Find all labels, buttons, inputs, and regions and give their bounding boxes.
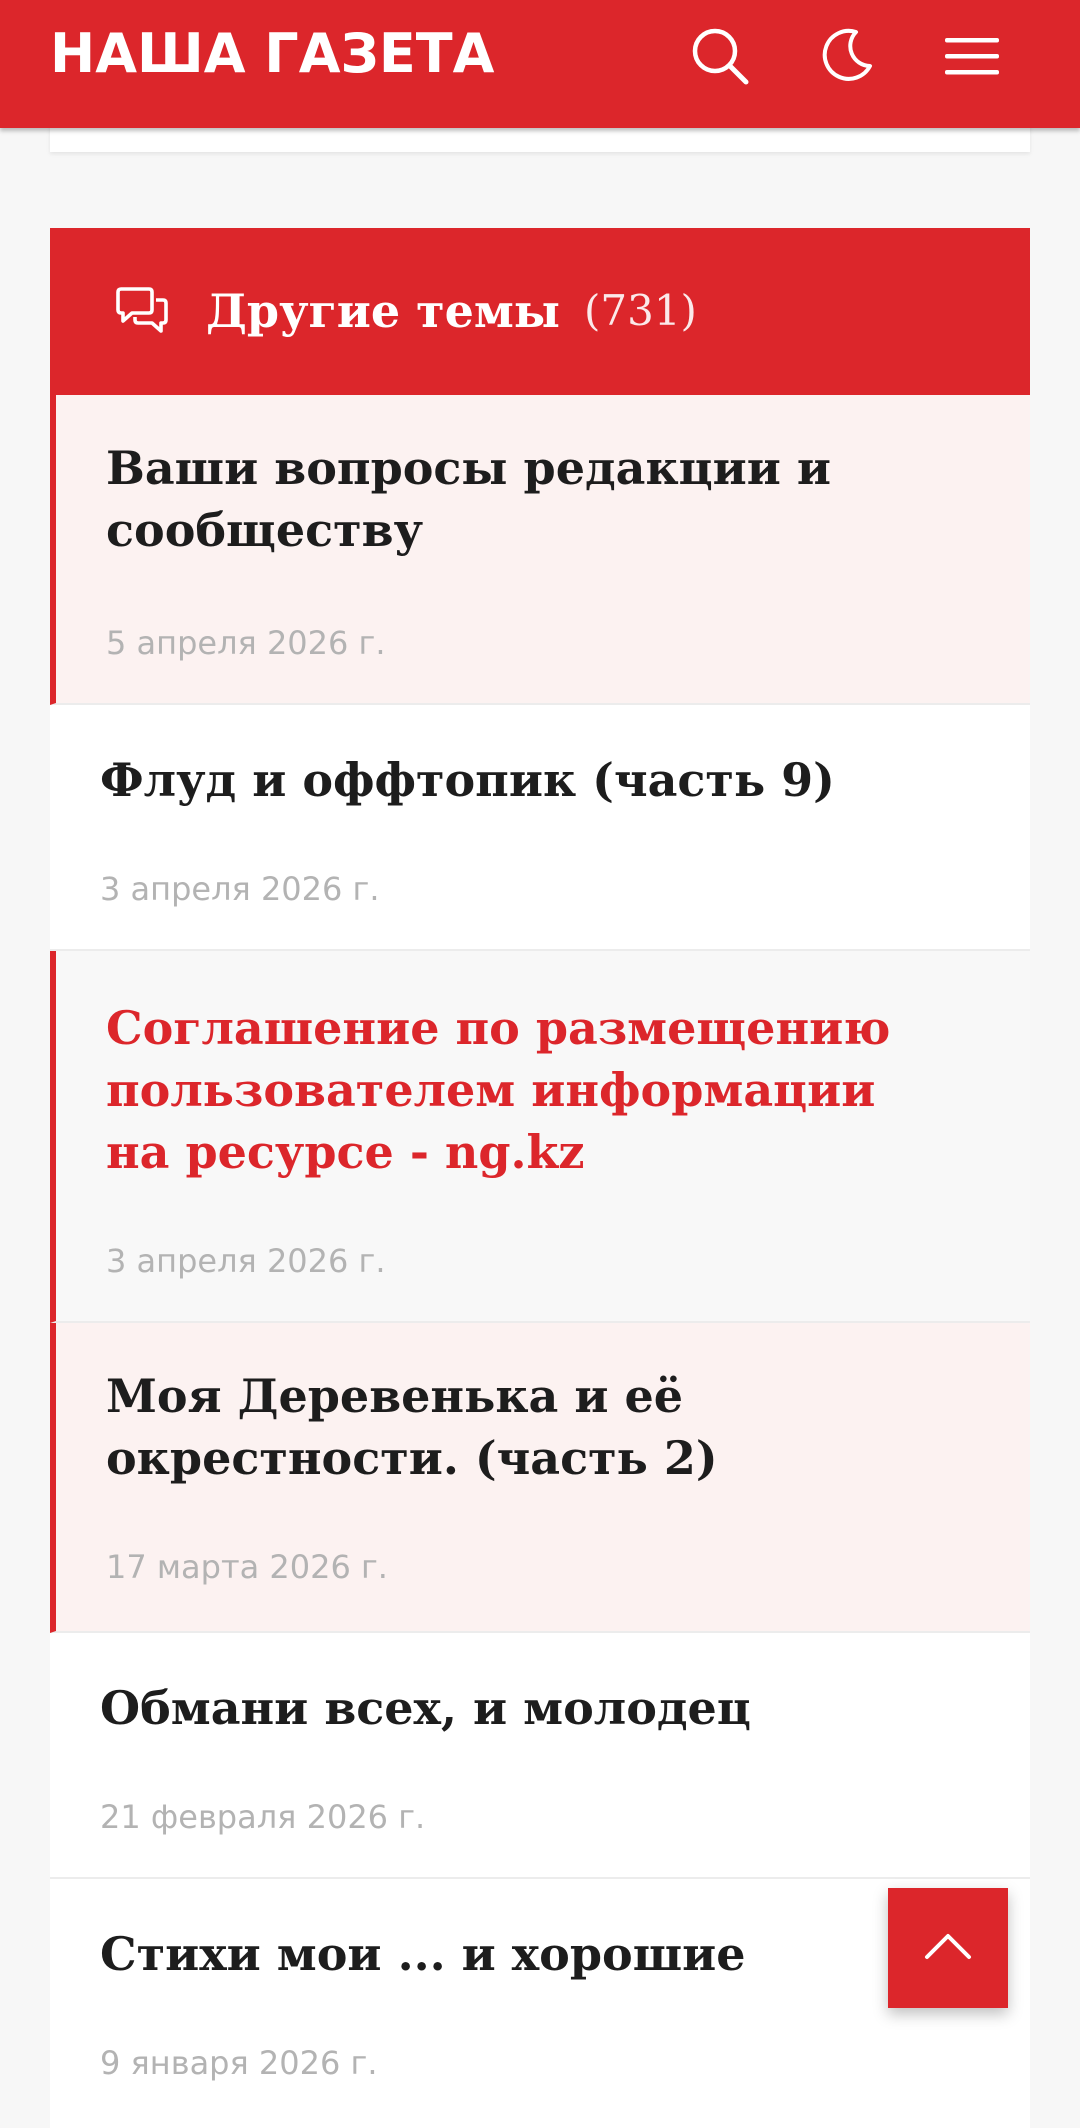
chevron-up-icon — [923, 1931, 973, 1965]
topic-title[interactable]: Флуд и оффтопик (часть 9) — [100, 749, 940, 811]
topic-item[interactable]: Стихи мои ... и хорошие 9 января 2026 г. — [50, 1879, 1030, 2125]
topic-title[interactable]: Ваши вопросы редакции и сообществу — [106, 437, 946, 561]
topic-date: 21 февраля 2026 г. — [100, 1798, 426, 1836]
search-button[interactable] — [682, 18, 758, 94]
site-logo[interactable]: НАША ГАЗЕТА — [50, 22, 494, 86]
other-topics-header: Другие темы (731) — [50, 228, 1030, 395]
topic-item[interactable]: Моя Деревенька и её окрестности. (часть … — [50, 1323, 1030, 1633]
topic-date: 3 апреля 2026 г. — [100, 870, 380, 908]
scroll-to-top-button[interactable] — [888, 1888, 1008, 2008]
topic-date: 17 марта 2026 г. — [106, 1548, 388, 1586]
topic-item[interactable]: Соглашение по размещению пользователем и… — [50, 951, 1030, 1323]
topic-date: 5 апреля 2026 г. — [106, 624, 386, 662]
moon-icon — [818, 28, 874, 84]
search-icon — [689, 25, 751, 87]
topic-title[interactable]: Моя Деревенька и её окрестности. (часть … — [106, 1365, 946, 1489]
chat-bubbles-icon — [114, 286, 170, 338]
topic-date: 3 апреля 2026 г. — [106, 1242, 386, 1280]
topic-title[interactable]: Соглашение по размещению пользователем и… — [106, 997, 946, 1183]
topic-title[interactable]: Стихи мои ... и хорошие — [100, 1923, 940, 1985]
topic-item[interactable]: Флуд и оффтопик (часть 9) 3 апреля 2026 … — [50, 705, 1030, 951]
top-app-bar: НАША ГАЗЕТА — [0, 0, 1080, 128]
topic-title[interactable]: Обмани всех, и молодец — [100, 1677, 940, 1739]
section-title: Другие темы — [206, 284, 560, 338]
hamburger-menu-icon — [943, 34, 1001, 78]
other-topics-panel: Другие темы (731) Ваши вопросы редакции … — [50, 228, 1030, 2128]
menu-button[interactable] — [934, 18, 1010, 94]
topic-date: 9 января 2026 г. — [100, 2044, 378, 2082]
theme-toggle-button[interactable] — [808, 18, 884, 94]
topic-item[interactable]: Обмани всех, и молодец 21 февраля 2026 г… — [50, 1633, 1030, 1879]
topic-item[interactable]: Ваши вопросы редакции и сообществу 5 апр… — [50, 395, 1030, 705]
topic-count: (731) — [584, 286, 697, 335]
